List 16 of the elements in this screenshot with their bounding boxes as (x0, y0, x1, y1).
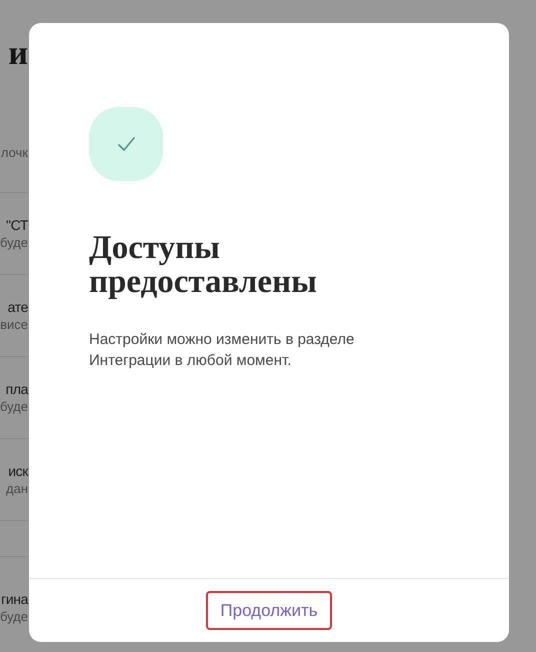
list-item-title: "СТ (6, 217, 28, 233)
list-item-title: ате (8, 299, 28, 315)
list-item-title: пла (6, 381, 28, 397)
dialog-message: Настройки можно изменить в разделе Интеграции в любой момент. (89, 330, 356, 371)
list-item-title: гина (1, 590, 28, 606)
list-item-title: иск (8, 463, 28, 479)
list-item-subtitle: буде (0, 235, 28, 250)
list-item-subtitle: дан (6, 481, 28, 496)
check-icon (89, 107, 163, 181)
page-heading: и (7, 34, 28, 74)
continue-button[interactable]: Продолжить (206, 591, 332, 630)
list-item-subtitle: висе (0, 317, 28, 332)
list-item-subtitle: буде (0, 608, 28, 624)
dialog-title: Доступы предоставлены (89, 231, 318, 299)
list-item-subtitle: лочк (0, 144, 28, 160)
list-item-subtitle: буде (0, 399, 28, 414)
